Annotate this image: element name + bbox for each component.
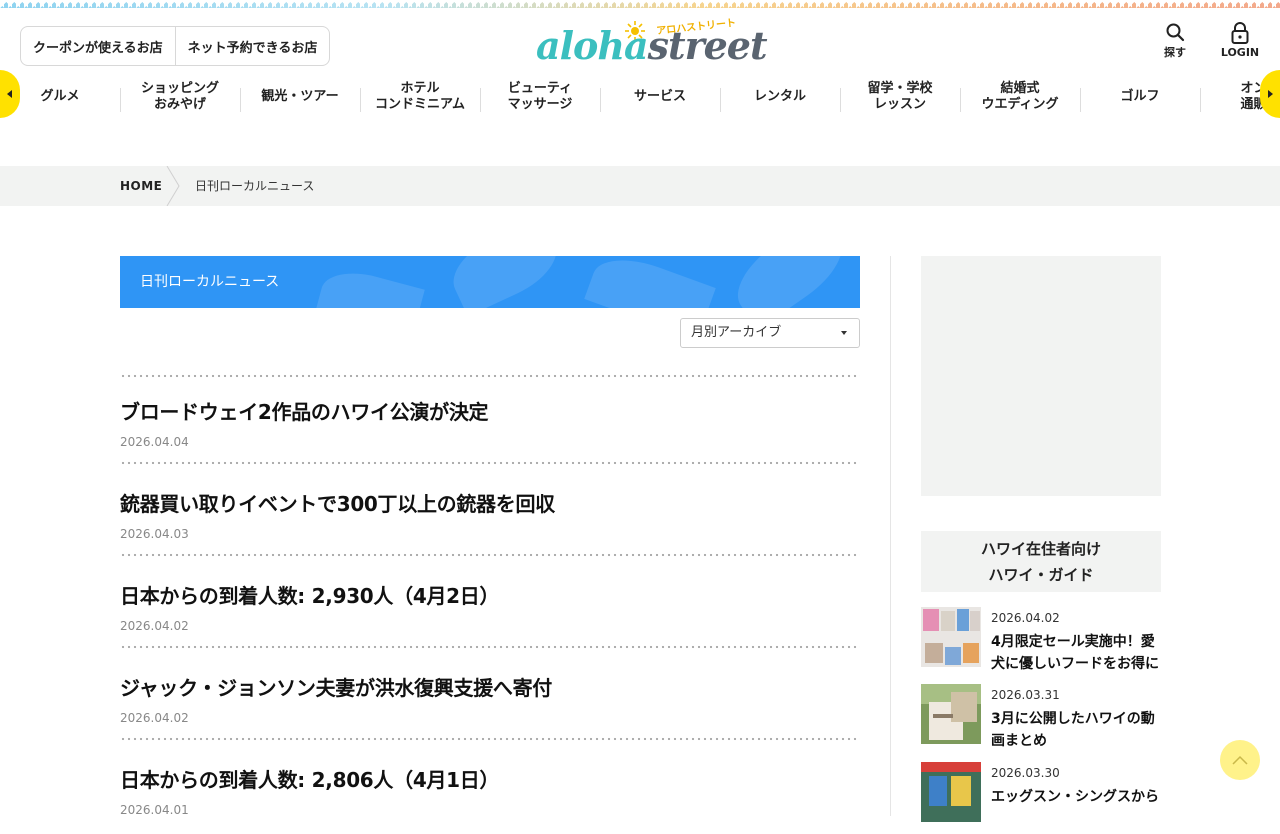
- article-date: 2026.04.03: [120, 527, 189, 541]
- article-title[interactable]: ジャック・ジョンソン夫妻が洪水復興支援へ寄付: [120, 672, 552, 701]
- nav-item-shopping[interactable]: ショッピング おみやげ: [120, 74, 240, 120]
- nav-item-school[interactable]: 留学・学校 レッスン: [840, 74, 960, 120]
- monthly-archive-select[interactable]: 月別アーカイブ: [680, 318, 860, 348]
- guide-item-title[interactable]: 4月限定セール実施中！愛犬に優しいフードをお得に: [991, 631, 1161, 675]
- search-label: 探す: [1164, 46, 1186, 59]
- guide-list-item[interactable]: 2026.04.02 4月限定セール実施中！愛犬に優しいフードをお得に: [921, 607, 1161, 672]
- shop-filter-pill: クーポンが使えるお店 ネット予約できるお店: [20, 26, 331, 66]
- leaf-pattern: [723, 256, 857, 308]
- guide-item-date: 2026.03.30: [991, 766, 1060, 780]
- ad-placeholder: [921, 256, 1161, 496]
- guide-thumbnail: [921, 607, 981, 667]
- article-title[interactable]: ブロードウェイ2作品のハワイ公演が決定: [120, 396, 489, 425]
- chevron-right-icon: [1268, 90, 1273, 98]
- guide-item-title[interactable]: エッグスン・シングスから: [991, 786, 1161, 808]
- caret-down-icon: [841, 331, 847, 335]
- nav-item-wedding[interactable]: 結婚式 ウエディング: [960, 74, 1080, 120]
- search-button[interactable]: 探す: [1153, 22, 1197, 60]
- dotted-divider: [120, 645, 860, 649]
- breadcrumb-home-link[interactable]: HOME: [120, 166, 162, 206]
- guide-thumbnail: [921, 762, 981, 822]
- guide-item-date: 2026.04.02: [991, 611, 1060, 625]
- column-divider: [890, 256, 891, 816]
- search-icon: [1166, 23, 1185, 42]
- guide-list-item[interactable]: 2026.03.31 3月に公開したハワイの動画まとめ: [921, 684, 1161, 749]
- leaf-pattern: [315, 263, 425, 308]
- logo-wordmark: alohastreet: [536, 23, 768, 68]
- lock-icon: [1231, 22, 1249, 44]
- nav-item-beauty[interactable]: ビューティ マッサージ: [480, 74, 600, 120]
- login-label: LOGIN: [1220, 46, 1260, 59]
- article-date: 2026.04.04: [120, 435, 189, 449]
- site-header: クーポンが使えるお店 ネット予約できるお店 アロハストリート alohastre…: [0, 8, 1280, 158]
- article-title[interactable]: 日本からの到着人数: 2,806人（4月1日）: [120, 764, 499, 793]
- hawaii-guide-heading: ハワイ在住者向け ハワイ・ガイド: [921, 531, 1161, 592]
- guide-title-line-1: ハワイ在住者向け: [980, 540, 1101, 558]
- online-booking-shops-link[interactable]: ネット予約できるお店: [174, 27, 330, 65]
- category-banner: 日刊ローカルニュース: [120, 256, 860, 308]
- breadcrumb-separator-icon: [166, 166, 180, 206]
- nav-item-rental[interactable]: レンタル: [720, 74, 840, 120]
- coupon-shops-link[interactable]: クーポンが使えるお店: [21, 27, 175, 65]
- login-button[interactable]: LOGIN: [1218, 22, 1262, 59]
- article-item[interactable]: 銃器買い取りイベントで300丁以上の銃器を回収 2026.04.03: [120, 488, 860, 558]
- decorative-triangle-border: [0, 0, 1280, 8]
- chevron-up-icon: [1232, 755, 1248, 765]
- guide-item-title[interactable]: 3月に公開したハワイの動画まとめ: [991, 708, 1161, 752]
- leaf-pattern: [584, 256, 716, 308]
- dotted-divider: [120, 553, 860, 557]
- dotted-divider: [120, 461, 860, 465]
- chevron-left-icon: [7, 90, 12, 98]
- article-date: 2026.04.02: [120, 619, 189, 633]
- article-item[interactable]: 日本からの到着人数: 2,930人（4月2日） 2026.04.02: [120, 580, 860, 650]
- nav-item-tour[interactable]: 観光・ツアー: [240, 74, 360, 120]
- site-logo[interactable]: アロハストリート alohastreet: [536, 18, 768, 66]
- article-item[interactable]: ジャック・ジョンソン夫妻が洪水復興支援へ寄付 2026.04.02: [120, 672, 860, 742]
- nav-item-hotel[interactable]: ホテル コンドミニアム: [360, 74, 480, 120]
- back-to-top-button[interactable]: [1220, 740, 1260, 780]
- guide-thumbnail: [921, 684, 981, 744]
- article-item[interactable]: 日本からの到着人数: 2,806人（4月1日） 2026.04.01: [120, 764, 860, 834]
- article-date: 2026.04.02: [120, 711, 189, 725]
- article-title[interactable]: 銃器買い取りイベントで300丁以上の銃器を回収: [120, 488, 555, 517]
- dotted-divider: [120, 374, 860, 378]
- global-nav: グルメ ショッピング おみやげ 観光・ツアー ホテル コンドミニアム ビューティ…: [0, 74, 1280, 120]
- article-date: 2026.04.01: [120, 803, 189, 817]
- article-title[interactable]: 日本からの到着人数: 2,930人（4月2日）: [120, 580, 499, 609]
- leaf-pattern: [442, 256, 568, 308]
- article-item[interactable]: ブロードウェイ2作品のハワイ公演が決定 2026.04.04: [120, 396, 860, 466]
- guide-title-line-2: ハワイ・ガイド: [988, 566, 1094, 584]
- guide-item-date: 2026.03.31: [991, 688, 1060, 702]
- page-title: 日刊ローカルニュース: [140, 274, 280, 290]
- breadcrumb: HOME 日刊ローカルニュース: [0, 166, 1280, 206]
- guide-list-item[interactable]: 2026.03.30 エッグスン・シングスから: [921, 762, 1161, 824]
- archive-select-value: 月別アーカイブ: [691, 325, 782, 340]
- dotted-divider: [120, 737, 860, 741]
- breadcrumb-current: 日刊ローカルニュース: [195, 179, 315, 193]
- nav-item-service[interactable]: サービス: [600, 74, 720, 120]
- nav-item-golf[interactable]: ゴルフ: [1080, 74, 1200, 120]
